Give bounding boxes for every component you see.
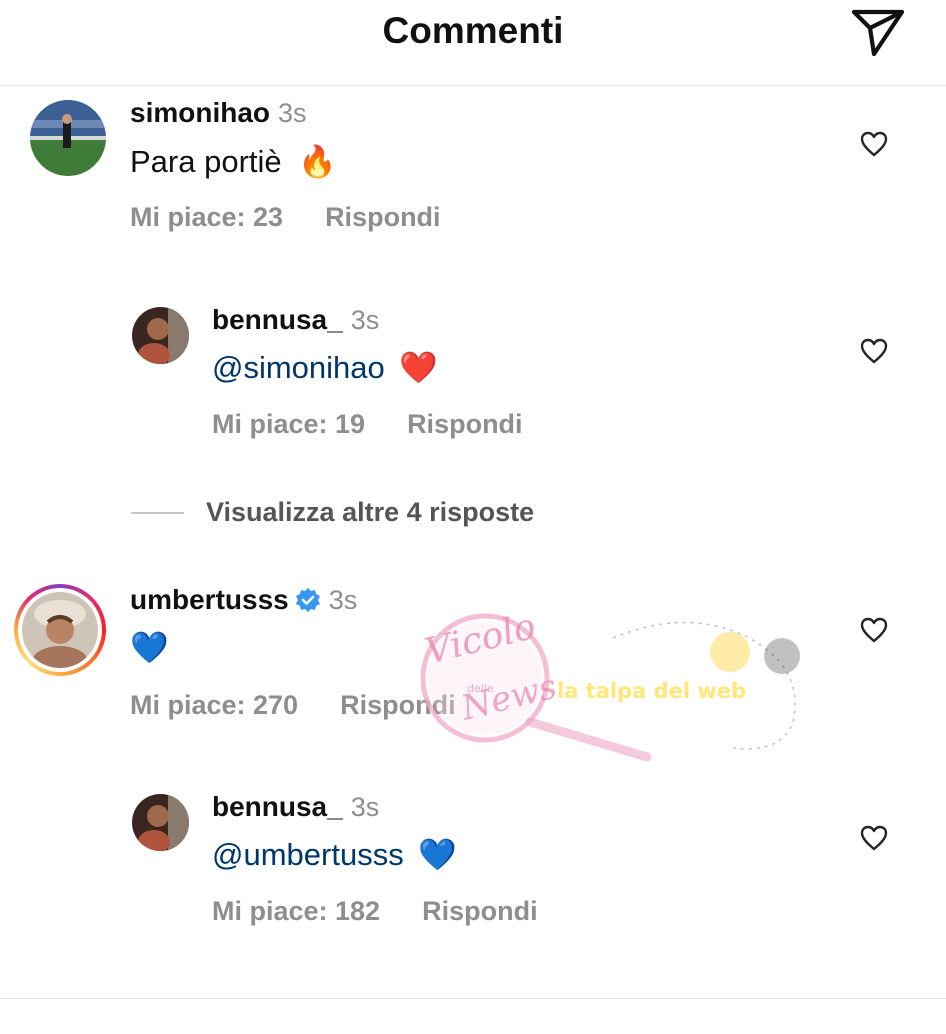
heart-icon[interactable]	[859, 130, 889, 158]
likes-count[interactable]: Mi piace: 19	[212, 409, 365, 439]
paper-plane-icon	[851, 9, 905, 57]
avatar[interactable]	[132, 307, 189, 364]
header: Commenti	[0, 0, 946, 86]
comment-text: @umbertusss 💙	[212, 836, 457, 873]
fire-emoji: 🔥	[298, 144, 337, 179]
reply-button[interactable]: Rispondi	[422, 896, 538, 926]
reply-button[interactable]: Rispondi	[340, 690, 456, 720]
timestamp: 3s	[350, 792, 380, 822]
timestamp: 3s	[350, 305, 380, 335]
reply-button[interactable]: Rispondi	[325, 202, 441, 232]
view-more-replies-button[interactable]: Visualizza altre 4 risposte	[131, 497, 534, 531]
red-heart-emoji: ❤️	[399, 350, 439, 385]
story-ring[interactable]	[14, 584, 106, 676]
timestamp: 3s	[278, 98, 307, 128]
username[interactable]: bennusa_	[212, 304, 343, 335]
page-title: Commenti	[382, 10, 564, 51]
avatar[interactable]	[132, 794, 189, 851]
comment-text: Para portiè 🔥	[130, 143, 337, 180]
avatar[interactable]	[30, 100, 106, 176]
comment-body: Para portiè	[130, 144, 282, 179]
watermark-text: Vicolo	[421, 612, 540, 673]
likes-count[interactable]: Mi piace: 182	[212, 896, 380, 926]
watermark-text: delle	[467, 682, 494, 695]
likes-count[interactable]: Mi piace: 270	[130, 690, 298, 720]
reply-button[interactable]: Rispondi	[407, 409, 523, 439]
divider-line	[131, 511, 184, 514]
watermark-text: News	[457, 667, 561, 729]
comment-text: 💙	[130, 629, 169, 666]
comment-text: @simonihao ❤️	[212, 349, 438, 386]
username[interactable]: umbertusss	[130, 584, 289, 615]
blue-heart-emoji: 💙	[130, 630, 169, 665]
comments-screen: Commenti simonihao 3s Para portiè 🔥 Mi p…	[0, 0, 946, 1034]
divider	[0, 998, 946, 999]
mention-link[interactable]: @simonihao	[212, 350, 385, 385]
timestamp: 3s	[328, 585, 358, 615]
likes-count[interactable]: Mi piace: 23	[130, 202, 283, 232]
username[interactable]: simonihao	[130, 97, 270, 128]
heart-icon[interactable]	[859, 824, 889, 852]
verified-badge-icon	[295, 587, 321, 618]
blue-heart-emoji: 💙	[418, 837, 457, 872]
heart-icon[interactable]	[859, 337, 889, 365]
send-button[interactable]	[848, 6, 906, 58]
avatar	[22, 592, 98, 668]
view-more-label: Visualizza altre 4 risposte	[206, 497, 535, 527]
watermark-text: la talpa del web	[557, 679, 746, 703]
username[interactable]: bennusa_	[212, 791, 343, 822]
heart-icon[interactable]	[859, 616, 889, 644]
mention-link[interactable]: @umbertusss	[212, 837, 404, 872]
